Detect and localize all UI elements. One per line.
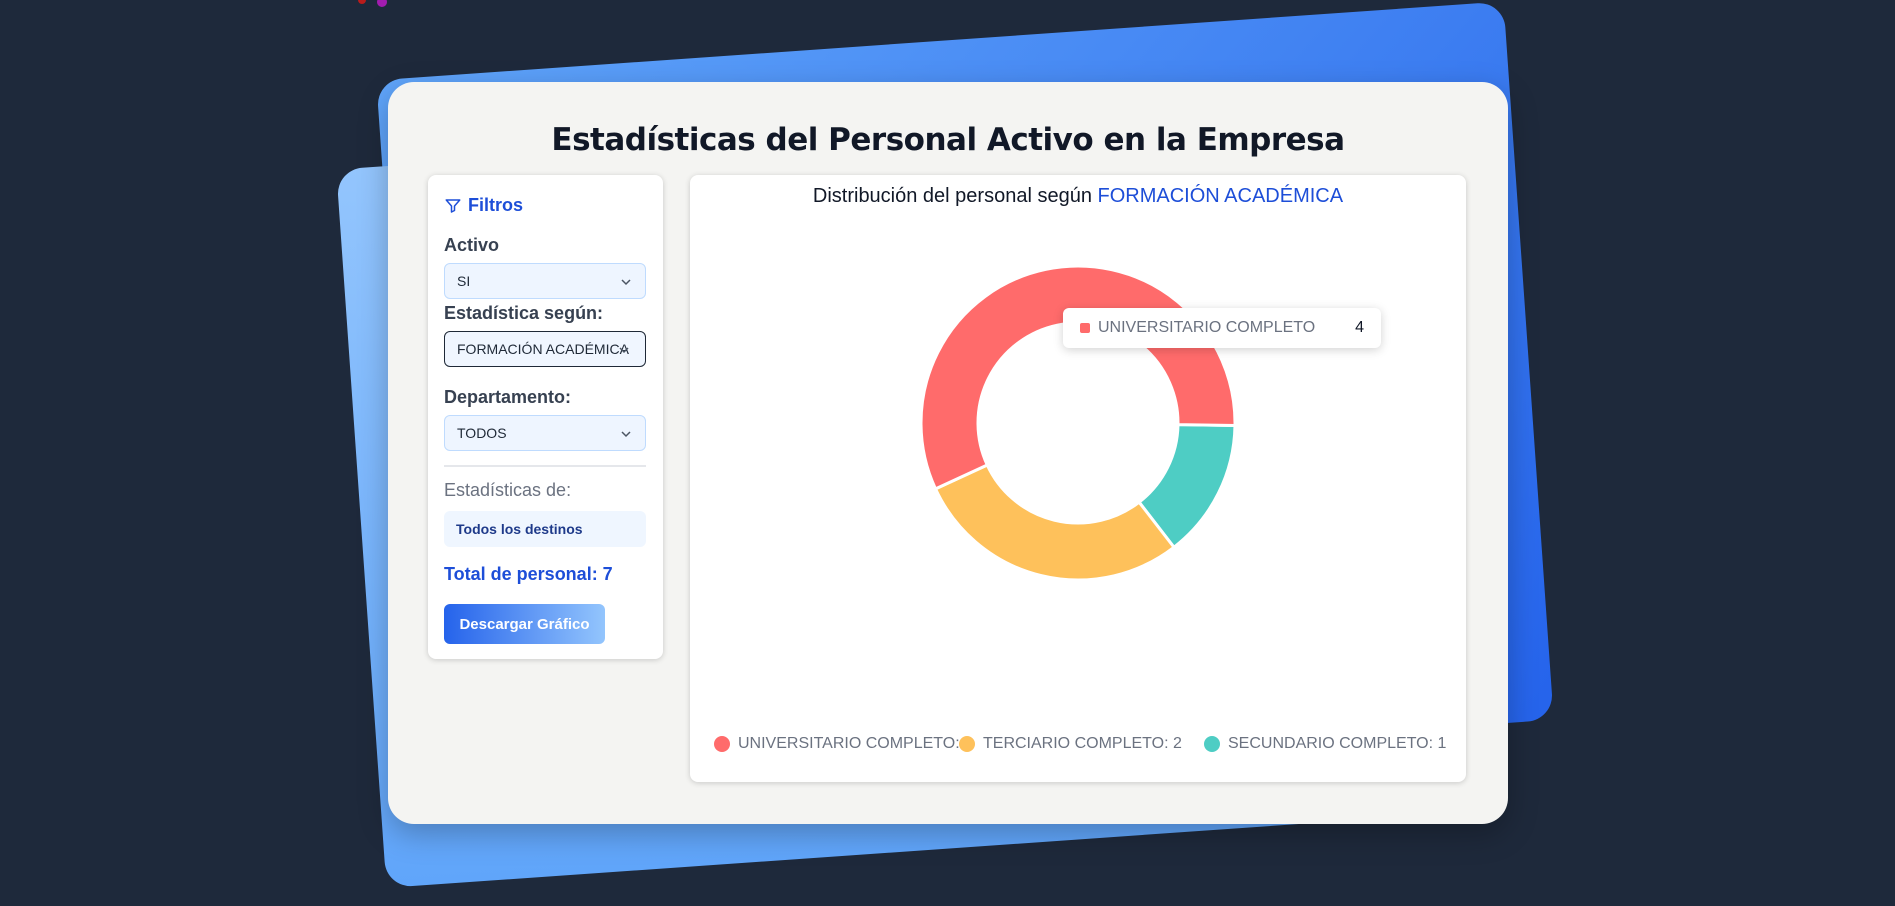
legend-dot: [959, 736, 975, 752]
legend-dot: [1204, 736, 1220, 752]
chart-tooltip: UNIVERSITARIO COMPLETO 4: [1063, 308, 1381, 348]
chevron-down-icon: [619, 347, 629, 354]
activo-label: Activo: [444, 235, 500, 255]
departamento-select[interactable]: TODOS: [444, 415, 646, 451]
estadistica-select[interactable]: FORMACIÓN ACADÉMICA: [444, 331, 646, 367]
logo-icon: [358, 0, 387, 7]
filters-heading-label: Filtros: [468, 195, 524, 215]
estadistica-select-value: FORMACIÓN ACADÉMICA: [457, 341, 629, 357]
slice-terciario[interactable]: [933, 462, 1177, 582]
download-chart-button[interactable]: Descargar Gráfico: [444, 604, 605, 644]
activo-select[interactable]: SI: [444, 263, 646, 299]
departamento-select-value: TODOS: [457, 425, 507, 441]
stats-scope-value: Todos los destinos: [444, 511, 646, 547]
filters-divider: [444, 465, 646, 467]
chevron-down-icon: [621, 431, 631, 438]
legend-label: TERCIARIO COMPLETO: 2: [983, 735, 1182, 752]
departamento-label: Departamento:: [444, 387, 572, 407]
activo-select-value: SI: [457, 273, 471, 289]
legend-item-universitario[interactable]: UNIVERSITARIO COMPLETO: 4: [714, 735, 973, 753]
tooltip-swatch: [1080, 323, 1090, 333]
filter-icon: [445, 198, 461, 213]
legend-item-secundario[interactable]: SECUNDARIO COMPLETO: 1: [1204, 735, 1446, 753]
tooltip-label: UNIVERSITARIO COMPLETO: [1098, 319, 1316, 336]
page-title: Estadísticas del Personal Activo en la E…: [551, 122, 1345, 158]
donut-chart: [919, 264, 1237, 582]
stats-scope-label: Estadísticas de:: [444, 480, 572, 500]
chart-panel: Distribución del personal según FORMACIÓ…: [690, 175, 1466, 782]
statistics-card: Estadísticas del Personal Activo en la E…: [388, 82, 1508, 824]
legend-label: SECUNDARIO COMPLETO: 1: [1228, 735, 1447, 752]
total-personal: Total de personal: 7: [444, 564, 613, 584]
legend-item-terciario[interactable]: TERCIARIO COMPLETO: 2: [959, 735, 1182, 753]
tooltip-value: 4: [1355, 319, 1364, 336]
legend-dot: [714, 736, 730, 752]
chart-legend: UNIVERSITARIO COMPLETO: 4 TERCIARIO COMP…: [714, 735, 1454, 759]
filters-panel: Filtros Activo SI Estadística según: FOR…: [428, 175, 663, 659]
filters-heading: Filtros: [444, 195, 523, 216]
estadistica-label: Estadística según:: [444, 303, 604, 323]
legend-label: UNIVERSITARIO COMPLETO: 4: [738, 735, 974, 752]
chevron-down-icon: [621, 279, 631, 286]
